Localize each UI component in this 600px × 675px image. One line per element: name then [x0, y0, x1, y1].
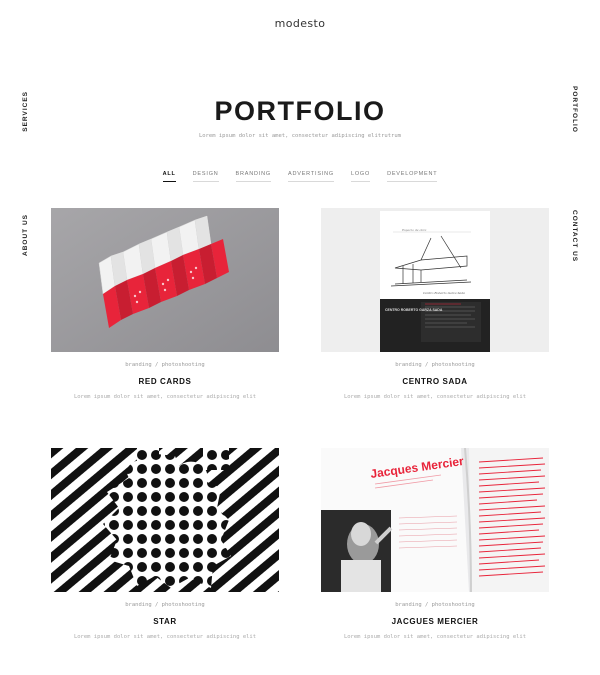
filter-development[interactable]: DEVELOPMENT — [387, 171, 438, 182]
card-title[interactable]: STAR — [51, 617, 279, 626]
card-description: Lorem ipsum dolor sit amet, consectetur … — [343, 634, 527, 640]
centro-sada-brand: CENTRO ROBERTO GARZA SADA — [385, 308, 443, 312]
card-title[interactable]: RED CARDS — [51, 377, 279, 386]
side-nav-about-us[interactable]: ABOUT US — [22, 214, 29, 256]
red-cards-image[interactable] — [51, 208, 279, 352]
filter-advertising[interactable]: ADVERTISING — [287, 171, 334, 182]
page-subtitle: Lorem ipsum dolor sit amet, consectetur … — [199, 133, 401, 139]
card-description: Lorem ipsum dolor sit amet, consectetur … — [73, 394, 257, 400]
card-tags: branding / photoshooting — [125, 602, 205, 608]
card-title[interactable]: JACGUES MERCIER — [321, 617, 549, 626]
jacques-mercier-image[interactable]: Jacques Mercier — [321, 448, 549, 592]
portfolio-card-red-cards[interactable]: branding / photoshooting RED CARDS Lorem… — [51, 208, 279, 400]
page-title: PORTFOLIO — [214, 96, 386, 126]
filter-logo[interactable]: LOGO — [350, 171, 371, 182]
logo[interactable]: modesto — [0, 17, 600, 30]
side-nav-contact-us[interactable]: CONTACT US — [571, 210, 578, 262]
card-tags: branding / photoshooting — [395, 362, 475, 368]
filter-all[interactable]: ALL — [162, 171, 176, 182]
portfolio-card-jacques-mercier[interactable]: Jacques Mercier branding / photoshooting… — [321, 448, 549, 640]
card-tags: branding / photoshooting — [125, 362, 205, 368]
centro-sada-image[interactable]: Espacio de obra Centro Roberto Garza Sad… — [321, 208, 549, 352]
filter-branding[interactable]: BRANDING — [235, 171, 271, 182]
sketch-caption: Espacio de obra — [401, 228, 427, 232]
portfolio-card-centro-sada[interactable]: Espacio de obra Centro Roberto Garza Sad… — [321, 208, 549, 400]
filter-design[interactable]: DESIGN — [192, 171, 219, 182]
sketch-signature: Centro Roberto Garza Sada — [423, 291, 465, 295]
card-tags: branding / photoshooting — [395, 602, 475, 608]
card-description: Lorem ipsum dolor sit amet, consectetur … — [343, 394, 527, 400]
card-description: Lorem ipsum dolor sit amet, consectetur … — [73, 634, 257, 640]
star-image[interactable] — [51, 448, 279, 592]
filter-bar: ALL DESIGN BRANDING ADVERTISING LOGO DEV… — [0, 171, 600, 182]
card-title[interactable]: CENTRO SADA — [321, 377, 549, 386]
portfolio-card-star[interactable]: branding / photoshooting STAR Lorem ipsu… — [51, 448, 279, 640]
